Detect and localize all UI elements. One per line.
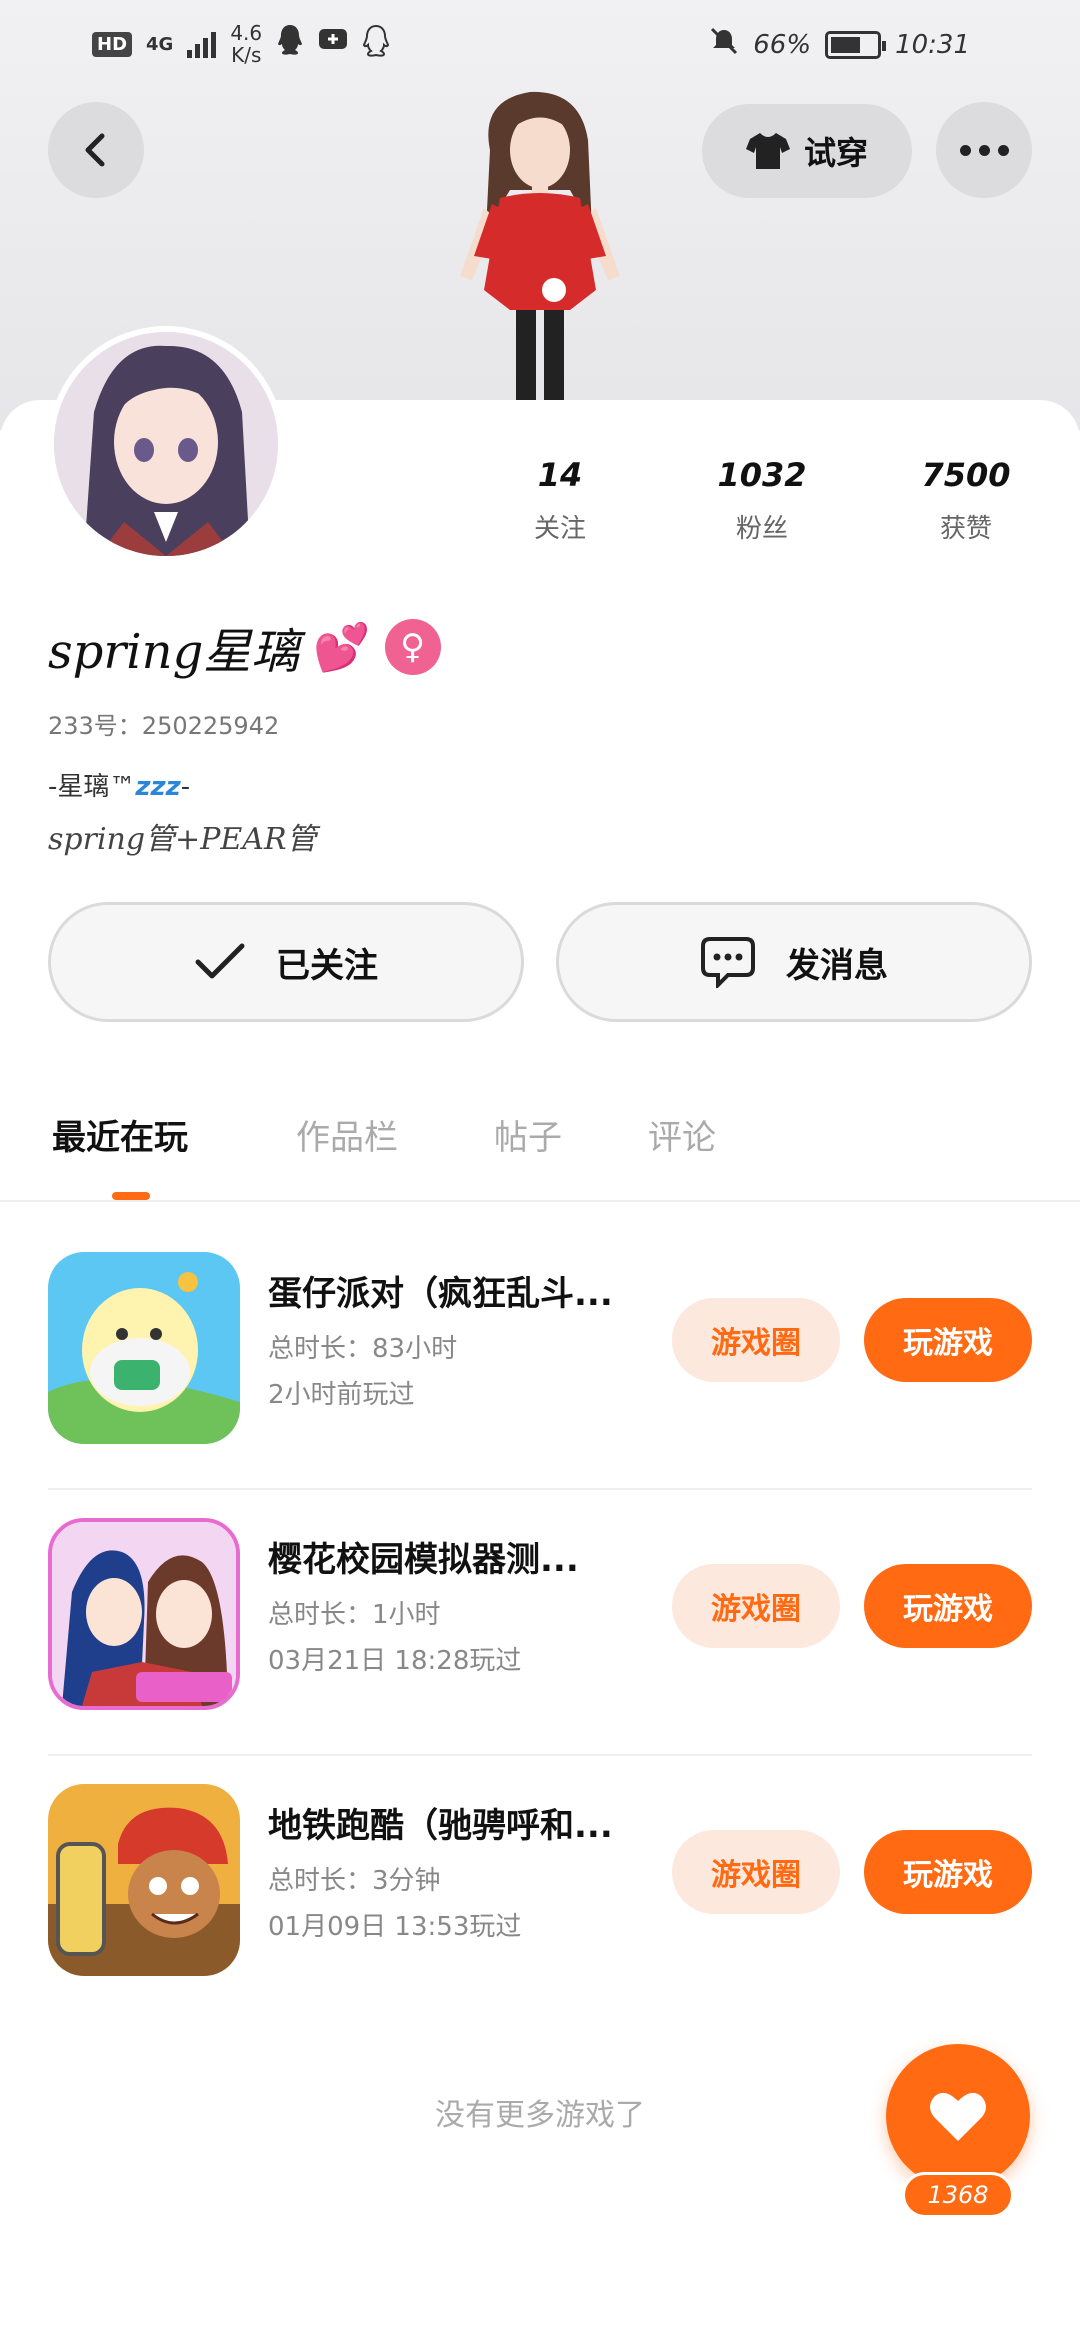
game-list-item[interactable]: 蛋仔派对（疯狂乱斗... 总时长：83小时 2小时前玩过 游戏圈 玩游戏 bbox=[0, 1224, 1080, 1490]
signal-icon bbox=[187, 30, 217, 58]
sleep-icon: zzz bbox=[135, 772, 181, 802]
chat-bubble-icon bbox=[701, 937, 755, 988]
avatar-image bbox=[54, 332, 278, 556]
stat-label: 关注 bbox=[533, 514, 586, 544]
send-message-button[interactable]: 发消息 bbox=[556, 902, 1032, 1022]
like-count: 1368 bbox=[902, 2172, 1014, 2218]
stat-following[interactable]: 14 关注 bbox=[470, 456, 650, 545]
hd-badge: HD bbox=[92, 31, 133, 57]
tab-recent-play[interactable]: 最近在玩 bbox=[52, 1110, 188, 1159]
heart-icon bbox=[930, 2092, 986, 2141]
speed-unit: K/s bbox=[231, 43, 262, 67]
bio-prefix: -星璃™ bbox=[48, 772, 136, 802]
female-gender-icon: ♀ bbox=[384, 619, 441, 675]
game-list-item[interactable]: 地铁跑酷（驰骋呼和... 总时长：3分钟 01月09日 13:53玩过 游戏圈 … bbox=[0, 1756, 1080, 2022]
more-icon bbox=[959, 144, 1009, 156]
tshirt-icon bbox=[745, 133, 790, 169]
stat-label: 粉丝 bbox=[735, 514, 788, 544]
tab-active-indicator bbox=[112, 1192, 150, 1200]
game-title: 樱花校园模拟器测... bbox=[268, 1540, 579, 1580]
profile-avatar[interactable] bbox=[48, 326, 284, 562]
stat-value: 1032 bbox=[717, 456, 807, 494]
followed-label: 已关注 bbox=[276, 945, 378, 986]
more-button[interactable] bbox=[936, 102, 1032, 198]
back-button[interactable] bbox=[48, 102, 144, 198]
try-on-button[interactable]: 试穿 bbox=[702, 104, 912, 198]
try-on-label: 试穿 bbox=[803, 134, 868, 172]
game-last-played: 2小时前玩过 bbox=[268, 1380, 415, 1410]
network-type: 4G bbox=[146, 33, 174, 55]
game-icon-subway-surfers[interactable] bbox=[48, 1784, 240, 1976]
game-total-duration: 总时长：83小时 bbox=[268, 1334, 458, 1364]
game-title: 地铁跑酷（驰骋呼和... bbox=[268, 1806, 613, 1846]
tab-works[interactable]: 作品栏 bbox=[296, 1110, 398, 1159]
play-game-button[interactable]: 玩游戏 bbox=[864, 1564, 1032, 1648]
play-game-button[interactable]: 玩游戏 bbox=[864, 1830, 1032, 1914]
battery-icon bbox=[825, 30, 887, 59]
tab-comments[interactable]: 评论 bbox=[648, 1110, 716, 1159]
chat-plus-icon bbox=[318, 28, 348, 61]
followed-button[interactable]: 已关注 bbox=[48, 902, 524, 1022]
tabs-divider bbox=[0, 1200, 1080, 1202]
qq-outline-icon bbox=[362, 24, 390, 65]
bio-line-2: spring管+PEAR管 bbox=[48, 822, 317, 857]
bio-suffix: - bbox=[180, 772, 191, 802]
stat-value: 7500 bbox=[921, 456, 1011, 494]
network-speed: 4.6 K/s bbox=[230, 22, 262, 66]
tab-posts[interactable]: 帖子 bbox=[494, 1110, 562, 1159]
game-total-duration: 总时长：3分钟 bbox=[268, 1866, 441, 1896]
status-left: HD 4G 4.6 K/s bbox=[92, 22, 390, 66]
game-icon-sakura-school[interactable] bbox=[48, 1518, 240, 1710]
game-last-played: 01月09日 13:53玩过 bbox=[268, 1912, 522, 1942]
stat-likes[interactable]: 7500 获赞 bbox=[876, 456, 1056, 545]
user-id[interactable]: 233号：250225942 bbox=[48, 706, 279, 741]
chevron-left-icon bbox=[85, 133, 105, 167]
name-row: spring星璃 💕 ♀ bbox=[48, 612, 441, 682]
heart-emoji-icon: 💕 bbox=[313, 619, 371, 674]
game-circle-button[interactable]: 游戏圈 bbox=[672, 1564, 840, 1648]
profile-tabs: 最近在玩 作品栏 帖子 评论 bbox=[0, 1110, 1080, 1202]
status-right: 66% 10:31 bbox=[709, 26, 970, 63]
game-last-played: 03月21日 18:28玩过 bbox=[268, 1646, 522, 1676]
game-list-item[interactable]: 樱花校园模拟器测... 总时长：1小时 03月21日 18:28玩过 游戏圈 玩… bbox=[0, 1490, 1080, 1756]
game-icon-eggy-party[interactable] bbox=[48, 1252, 240, 1444]
status-bar: HD 4G 4.6 K/s 66% 10:31 bbox=[0, 0, 1080, 90]
stat-followers[interactable]: 1032 粉丝 bbox=[672, 456, 852, 545]
stat-label: 获赞 bbox=[939, 514, 992, 544]
checkmark-icon bbox=[195, 943, 245, 979]
battery-percent: 66% bbox=[753, 29, 812, 60]
profile-name: spring星璃 bbox=[48, 624, 300, 680]
like-button[interactable] bbox=[886, 2044, 1030, 2188]
qq-icon bbox=[276, 23, 304, 65]
clock: 10:31 bbox=[895, 29, 970, 60]
game-circle-button[interactable]: 游戏圈 bbox=[672, 1830, 840, 1914]
game-total-duration: 总时长：1小时 bbox=[268, 1600, 441, 1630]
play-game-button[interactable]: 玩游戏 bbox=[864, 1298, 1032, 1382]
game-circle-button[interactable]: 游戏圈 bbox=[672, 1298, 840, 1382]
speed-value: 4.6 bbox=[230, 21, 263, 45]
avatar-figure[interactable] bbox=[420, 80, 660, 400]
send-message-label: 发消息 bbox=[786, 945, 888, 986]
game-title: 蛋仔派对（疯狂乱斗... bbox=[268, 1274, 613, 1314]
bio-line-1: -星璃™zzz- bbox=[48, 766, 190, 803]
stat-value: 14 bbox=[537, 456, 583, 494]
bell-muted-icon bbox=[709, 26, 739, 63]
battery-fill bbox=[831, 36, 861, 53]
